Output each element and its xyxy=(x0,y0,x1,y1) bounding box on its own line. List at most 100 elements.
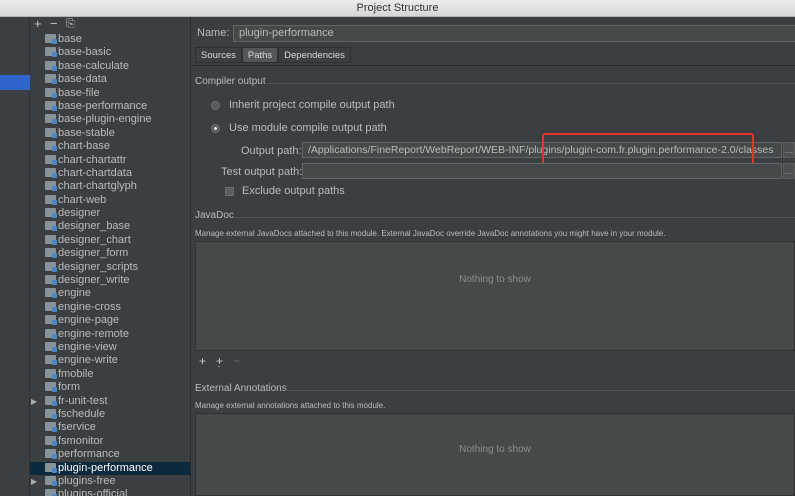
tabs-divider xyxy=(191,65,795,66)
tree-item-label: designer_scripts xyxy=(58,260,139,273)
javadoc-list[interactable]: Nothing to show xyxy=(195,241,795,351)
external-annotations-list[interactable]: Nothing to show xyxy=(195,413,795,496)
module-folder-icon xyxy=(45,248,57,259)
tree-item[interactable]: chart-web xyxy=(30,194,190,207)
tree-item[interactable]: designer xyxy=(30,207,190,220)
javadoc-empty-text: Nothing to show xyxy=(459,274,531,285)
test-output-path-input[interactable] xyxy=(302,163,782,179)
tree-item[interactable]: ▶ fr-unit-test xyxy=(30,395,190,408)
tree-item[interactable]: engine-cross xyxy=(30,301,190,314)
output-path-browse-button[interactable]: … xyxy=(783,142,795,158)
exclude-output-checkbox[interactable] xyxy=(225,186,234,196)
module-folder-icon xyxy=(45,422,57,433)
module-folder-icon xyxy=(45,154,57,165)
tree-item-label: engine-cross xyxy=(58,300,121,313)
tree-item-label: base-basic xyxy=(58,46,112,59)
tab-dependencies[interactable]: Dependencies xyxy=(278,47,351,63)
module-folder-icon xyxy=(45,462,57,473)
window-titlebar: Project Structure xyxy=(0,0,795,17)
tree-item-label: fsmonitor xyxy=(58,434,104,447)
tree-item[interactable]: plugin-performance xyxy=(30,461,190,475)
tree-item-label: engine-write xyxy=(58,354,118,367)
tree-item[interactable]: base-file xyxy=(30,87,190,100)
tree-item[interactable]: engine-write xyxy=(30,354,190,367)
tree-item-label: chart-chartdata xyxy=(58,166,132,179)
module-tabs: Sources Paths Dependencies xyxy=(195,47,351,63)
module-folder-icon xyxy=(45,181,57,192)
tree-item[interactable]: base-calculate xyxy=(30,60,190,73)
module-folder-icon xyxy=(45,368,57,379)
external-annotations-empty-text: Nothing to show xyxy=(459,444,531,455)
tree-item[interactable]: chart-chartattr xyxy=(30,154,190,167)
module-folder-icon xyxy=(45,355,57,366)
test-output-path-browse-button[interactable]: … xyxy=(783,163,795,179)
tree-item[interactable]: designer_base xyxy=(30,220,190,233)
tree-item-label: designer_form xyxy=(58,247,129,260)
tree-item[interactable]: base-basic xyxy=(30,46,190,59)
tree-item[interactable]: fschedule xyxy=(30,408,190,421)
tree-item[interactable]: fsmonitor xyxy=(30,435,190,448)
external-annotations-description: Manage external annotations attached to … xyxy=(195,401,386,410)
tree-item[interactable]: fmobile xyxy=(30,368,190,381)
name-label: Name: xyxy=(197,27,230,39)
module-folder-icon xyxy=(45,382,57,393)
tree-item[interactable]: form xyxy=(30,381,190,394)
expand-arrow-icon[interactable]: ▶ xyxy=(31,395,37,408)
exclude-output-option[interactable]: Exclude output paths xyxy=(225,185,345,197)
module-folder-icon xyxy=(45,47,57,58)
tree-item[interactable]: engine xyxy=(30,287,190,300)
tree-item[interactable]: plugins-official xyxy=(30,488,190,496)
module-folder-icon xyxy=(45,301,57,312)
expand-arrow-icon[interactable]: ▶ xyxy=(31,475,37,488)
module-folder-icon xyxy=(45,288,57,299)
module-name-input[interactable]: plugin-performance xyxy=(233,25,795,42)
add-javadoc-url-icon[interactable]: +̣ xyxy=(216,354,223,368)
tree-item-label: plugin-performance xyxy=(58,461,153,474)
tree-item[interactable]: base xyxy=(30,33,190,46)
module-folder-icon xyxy=(45,127,57,138)
module-folder-icon xyxy=(45,74,57,85)
add-javadoc-icon[interactable]: + xyxy=(199,354,206,368)
tree-item[interactable]: chart-chartglyph xyxy=(30,180,190,193)
javadoc-description: Manage external JavaDocs attached to thi… xyxy=(195,229,666,238)
module-folder-icon xyxy=(45,408,57,419)
tree-item[interactable]: designer_chart xyxy=(30,234,190,247)
tree-item[interactable]: base-performance xyxy=(30,100,190,113)
tree-item[interactable]: base-stable xyxy=(30,127,190,140)
tree-item-label: base-stable xyxy=(58,126,115,139)
tree-item[interactable]: ▶ plugins-free xyxy=(30,475,190,488)
module-folder-icon xyxy=(45,395,57,406)
copy-icon[interactable]: ⎘ xyxy=(66,17,75,31)
remove-javadoc-icon[interactable]: − xyxy=(233,354,240,368)
tree-item-label: designer_write xyxy=(58,274,130,287)
use-module-output-radio[interactable] xyxy=(211,123,220,133)
tab-sources[interactable]: Sources xyxy=(195,47,242,63)
tree-item[interactable]: base-data xyxy=(30,73,190,86)
tree-item[interactable]: engine-view xyxy=(30,341,190,354)
tree-item[interactable]: performance xyxy=(30,448,190,461)
tree-item-label: fschedule xyxy=(58,407,106,420)
module-folder-icon xyxy=(45,275,57,286)
use-module-output-option[interactable]: Use module compile output path xyxy=(211,121,387,135)
tree-item[interactable]: base-plugin-engine xyxy=(30,113,190,126)
add-icon[interactable]: + xyxy=(34,17,42,31)
remove-icon[interactable]: − xyxy=(50,17,58,31)
tree-item[interactable]: chart-base xyxy=(30,140,190,153)
inherit-output-option[interactable]: Inherit project compile output path xyxy=(211,98,395,112)
tree-item-label: designer_chart xyxy=(58,233,131,246)
exclude-output-label: Exclude output paths xyxy=(242,185,345,197)
module-folder-icon xyxy=(45,315,57,326)
tree-item-label: base xyxy=(58,33,82,45)
tree-item[interactable]: engine-remote xyxy=(30,328,190,341)
tab-paths[interactable]: Paths xyxy=(241,47,279,63)
tree-item[interactable]: chart-chartdata xyxy=(30,167,190,180)
tree-item[interactable]: designer_scripts xyxy=(30,261,190,274)
tree-item-label: engine-view xyxy=(58,340,117,353)
left-strip-selection[interactable] xyxy=(0,75,30,90)
inherit-output-radio[interactable] xyxy=(211,100,220,110)
module-folder-icon xyxy=(45,489,57,496)
tree-item[interactable]: designer_write xyxy=(30,274,190,287)
tree-item[interactable]: engine-page xyxy=(30,314,190,327)
tree-item[interactable]: fservice xyxy=(30,421,190,434)
tree-item[interactable]: designer_form xyxy=(30,247,190,260)
